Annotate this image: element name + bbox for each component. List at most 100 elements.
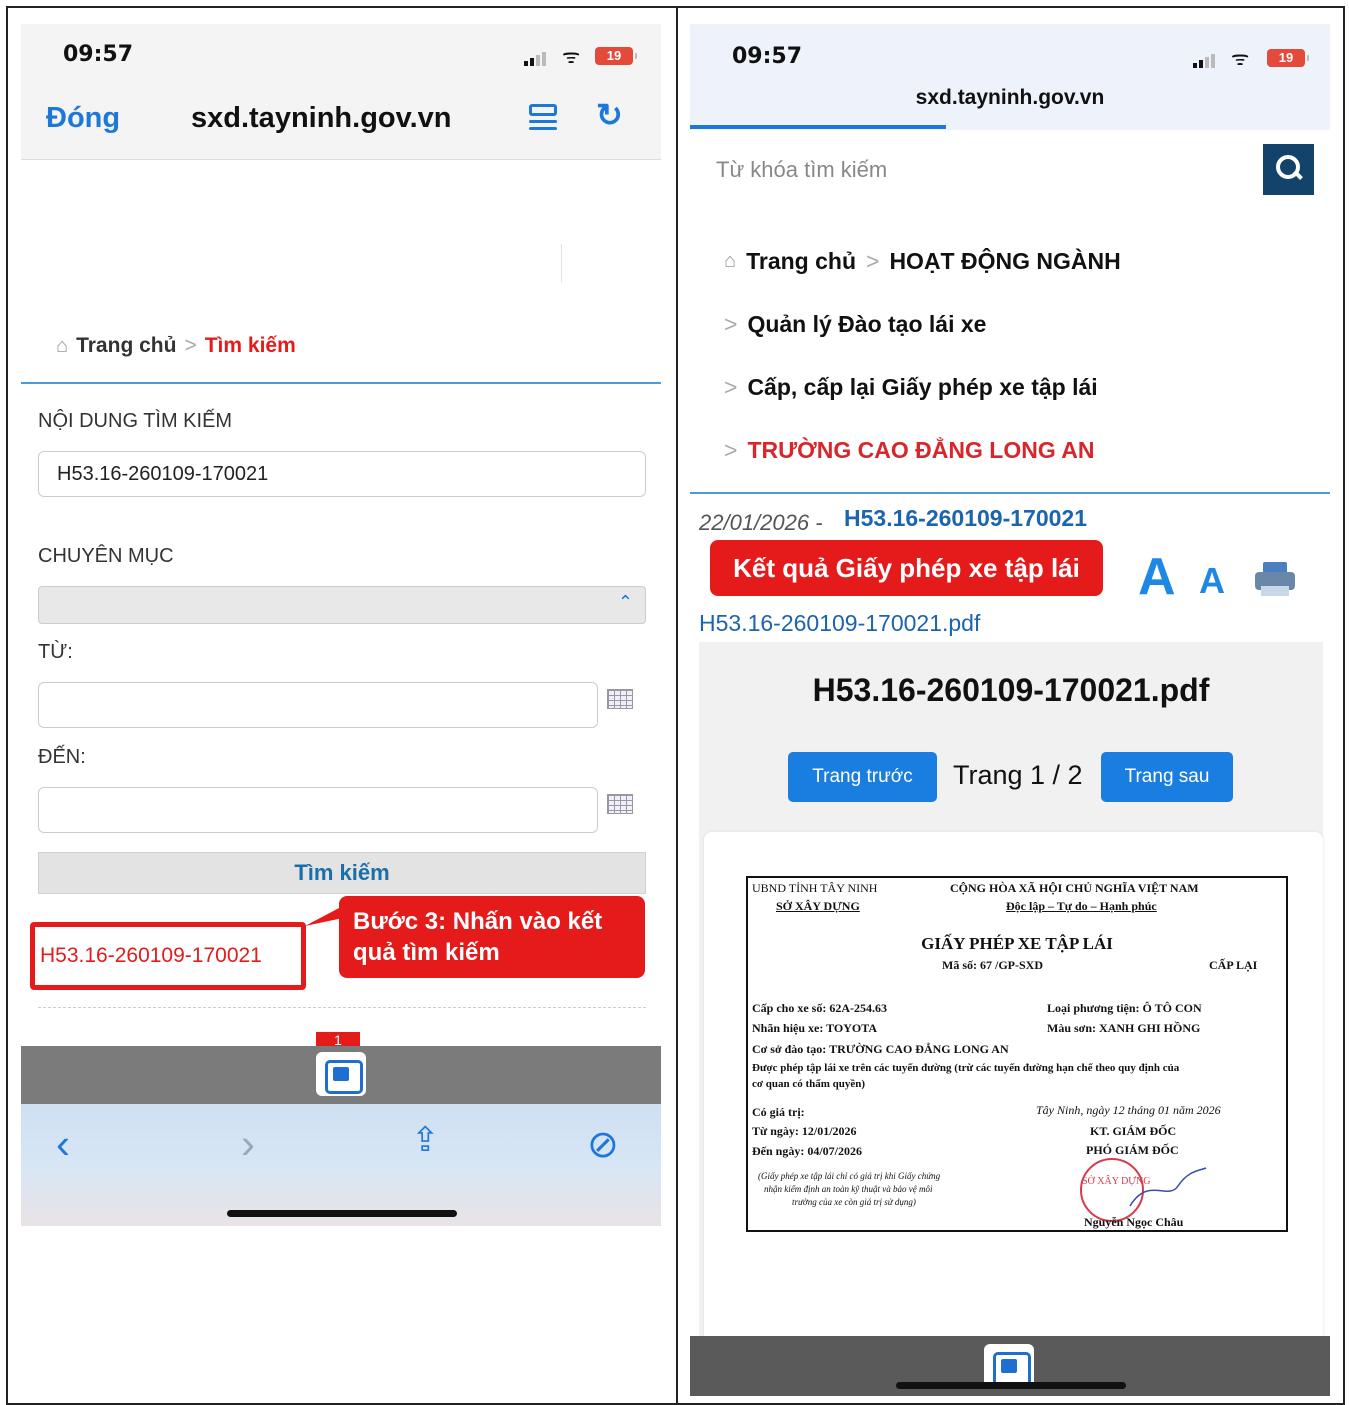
prev-page-button[interactable]: Trang trước: [788, 752, 937, 802]
browser-toolbar: ‹ › ⇪ ⊘: [21, 1104, 661, 1226]
home-indicator: [227, 1210, 457, 1217]
column-divider: [676, 6, 678, 1405]
post-date: 22/01/2026 -: [699, 510, 823, 536]
breadcrumb-current: Tìm kiếm: [204, 334, 296, 357]
chevron-right-icon: >: [724, 311, 738, 337]
page-indicator: Trang 1 / 2: [953, 760, 1083, 790]
doc-permit: Được phép tập lái xe trên các tuyến đườn…: [752, 1062, 1180, 1074]
printer-icon[interactable]: [1255, 562, 1295, 596]
forward-icon[interactable]: ›: [241, 1120, 255, 1168]
doc-facility: Cơ sở đào tạo: TRƯỜNG CAO ĐẲNG LONG AN: [752, 1042, 1009, 1056]
browser-nav: Đóng sxd.tayninh.gov.vn ↻: [21, 94, 661, 160]
browser-header: 09:57 ᯤ 19 sxd.tayninh.gov.vn: [690, 24, 1330, 130]
font-decrease-button[interactable]: A: [1199, 560, 1225, 602]
doc-permit: cơ quan có thẩm quyền): [752, 1078, 866, 1090]
date-separator: -: [815, 510, 823, 535]
doc-reissue: CẤP LẠI: [1209, 958, 1258, 972]
breadcrumb-home[interactable]: Trang chủ: [76, 334, 176, 358]
status-bar: 09:57 ᯤ 19: [21, 24, 661, 94]
doc-color: Màu sơn: XANH GHI HỒNG: [1047, 1021, 1201, 1035]
breadcrumb-separator: >: [866, 248, 880, 274]
doc-place-date: Tây Ninh, ngày 12 tháng 01 năm 2026: [1036, 1103, 1221, 1117]
doc-brand: Nhãn hiệu xe: TOYOTA: [752, 1021, 878, 1035]
divider: [690, 492, 1330, 494]
divider: [561, 244, 562, 282]
menu-item[interactable]: > Quản lý Đào tạo lái xe: [724, 311, 986, 338]
chevron-right-icon: >: [724, 437, 738, 463]
reader-icon[interactable]: [529, 104, 557, 134]
content-label: NỘI DUNG TÌM KIẾM: [38, 410, 233, 432]
result-link[interactable]: H53.16-260109-170021: [30, 922, 306, 990]
menu-item[interactable]: > Cấp, cấp lại Giấy phép xe tập lái: [724, 374, 1098, 401]
pdf-title: H53.16-260109-170021.pdf: [812, 672, 1210, 708]
signal-icon: [1193, 54, 1215, 68]
to-date-input[interactable]: [38, 787, 598, 833]
wifi-icon: ᯤ: [1231, 48, 1250, 70]
instruction-callout: Bước 3: Nhấn vào kết quả tìm kiếm: [339, 896, 645, 978]
battery-icon: 19: [595, 47, 637, 65]
category-select[interactable]: ⌃: [38, 586, 646, 624]
doc-title: GIẤY PHÉP XE TẬP LÁI: [921, 934, 1113, 953]
menu-item-active[interactable]: > TRƯỜNG CAO ĐẲNG LONG AN: [724, 437, 1095, 464]
doc-sign-title: PHÓ GIÁM ĐỐC: [1086, 1143, 1179, 1157]
next-page-button[interactable]: Trang sau: [1101, 752, 1233, 802]
doc-from: Từ ngày: 12/01/2026: [752, 1124, 857, 1138]
doc-org: UBND TỈNH TÂY NINH: [752, 881, 878, 895]
from-date-input[interactable]: [38, 682, 598, 728]
screenshot-icon[interactable]: [316, 1052, 366, 1096]
menu-section[interactable]: HOẠT ĐỘNG NGÀNH: [889, 248, 1120, 275]
signal-icon: [524, 52, 546, 66]
url-label[interactable]: sxd.tayninh.gov.vn: [690, 86, 1330, 110]
close-button[interactable]: Đóng: [46, 102, 120, 135]
doc-note: (Giấy phép xe tập lái chỉ có giá trị khi…: [758, 1171, 941, 1181]
doc-department: SỞ XÂY DỰNG: [776, 899, 860, 913]
divider: [38, 1007, 646, 1008]
left-screenshot: 09:57 ᯤ 19 Đóng sxd.tayninh.gov.vn ↻ ⌂ T…: [21, 24, 661, 1226]
right-screenshot: 09:57 ᯤ 19 sxd.tayninh.gov.vn Từ khóa tì…: [690, 24, 1330, 1396]
search-button[interactable]: Tìm kiếm: [38, 852, 646, 894]
url-label[interactable]: sxd.tayninh.gov.vn: [191, 102, 452, 135]
menu-item-label[interactable]: Quản lý Đào tạo lái xe: [747, 311, 986, 338]
loading-progress: [690, 125, 946, 129]
post-date-value: 22/01/2026: [699, 510, 810, 535]
doc-plate: Cấp cho xe số: 62A-254.63: [752, 1001, 887, 1015]
share-icon[interactable]: ⇪: [411, 1120, 440, 1160]
category-label: CHUYÊN MỤC: [38, 545, 174, 567]
home-icon[interactable]: ⌂: [56, 335, 68, 358]
doc-valid: Có giá trị:: [752, 1105, 805, 1119]
font-increase-button[interactable]: A: [1138, 547, 1176, 607]
attachment-link[interactable]: H53.16-260109-170021.pdf: [699, 610, 980, 637]
doc-code: Mã số: 67 /GP-SXD: [942, 958, 1043, 972]
battery-icon: 19: [1267, 49, 1309, 67]
breadcrumb-separator: >: [184, 334, 197, 357]
breadcrumb: ⌂ Trang chủ > Tìm kiếm: [56, 334, 296, 358]
search-content-input[interactable]: H53.16-260109-170021: [38, 451, 646, 497]
divider: [21, 382, 661, 384]
calendar-icon[interactable]: [607, 794, 633, 814]
calendar-icon[interactable]: [607, 689, 633, 709]
doc-nation: CỘNG HÒA XÃ HỘI CHỦ NGHĨA VIỆT NAM: [950, 881, 1199, 895]
signature-mark: [1129, 1167, 1207, 1207]
back-icon[interactable]: ‹: [56, 1120, 70, 1168]
status-time: 09:57: [63, 42, 134, 67]
menu-item-label[interactable]: Cấp, cấp lại Giấy phép xe tập lái: [747, 374, 1097, 401]
status-time: 09:57: [732, 44, 803, 69]
menu-home[interactable]: ⌂ Trang chủ > HOẠT ĐỘNG NGÀNH: [724, 248, 1121, 275]
menu-item-label[interactable]: TRƯỜNG CAO ĐẲNG LONG AN: [747, 437, 1094, 464]
search-icon[interactable]: [1263, 144, 1314, 195]
result-label: Kết quả Giấy phép xe tập lái: [710, 540, 1103, 596]
pdf-page: UBND TỈNH TÂY NINH SỞ XÂY DỰNG CỘNG HÒA …: [704, 832, 1323, 1396]
doc-to: Đến ngày: 04/07/2026: [752, 1144, 863, 1158]
search-input[interactable]: Từ khóa tìm kiếm: [716, 157, 887, 183]
post-title-link[interactable]: H53.16-260109-170021: [844, 505, 1087, 532]
chevron-updown-icon: ⌃: [617, 592, 633, 612]
reload-icon[interactable]: ↻: [596, 96, 623, 134]
doc-vehicle-type: Loại phương tiện: Ô TÔ CON: [1047, 1001, 1202, 1015]
doc-note: trường của xe còn giá trị sử dụng): [792, 1197, 916, 1207]
wifi-icon: ᯤ: [562, 46, 581, 68]
to-label: ĐẾN:: [38, 746, 86, 768]
doc-note: nhận kiểm định an toàn kỹ thuật và bảo v…: [764, 1184, 933, 1194]
menu-home-label[interactable]: Trang chủ: [746, 248, 856, 275]
compass-icon[interactable]: ⊘: [587, 1122, 619, 1167]
license-document: UBND TỈNH TÂY NINH SỞ XÂY DỰNG CỘNG HÒA …: [746, 876, 1288, 1232]
